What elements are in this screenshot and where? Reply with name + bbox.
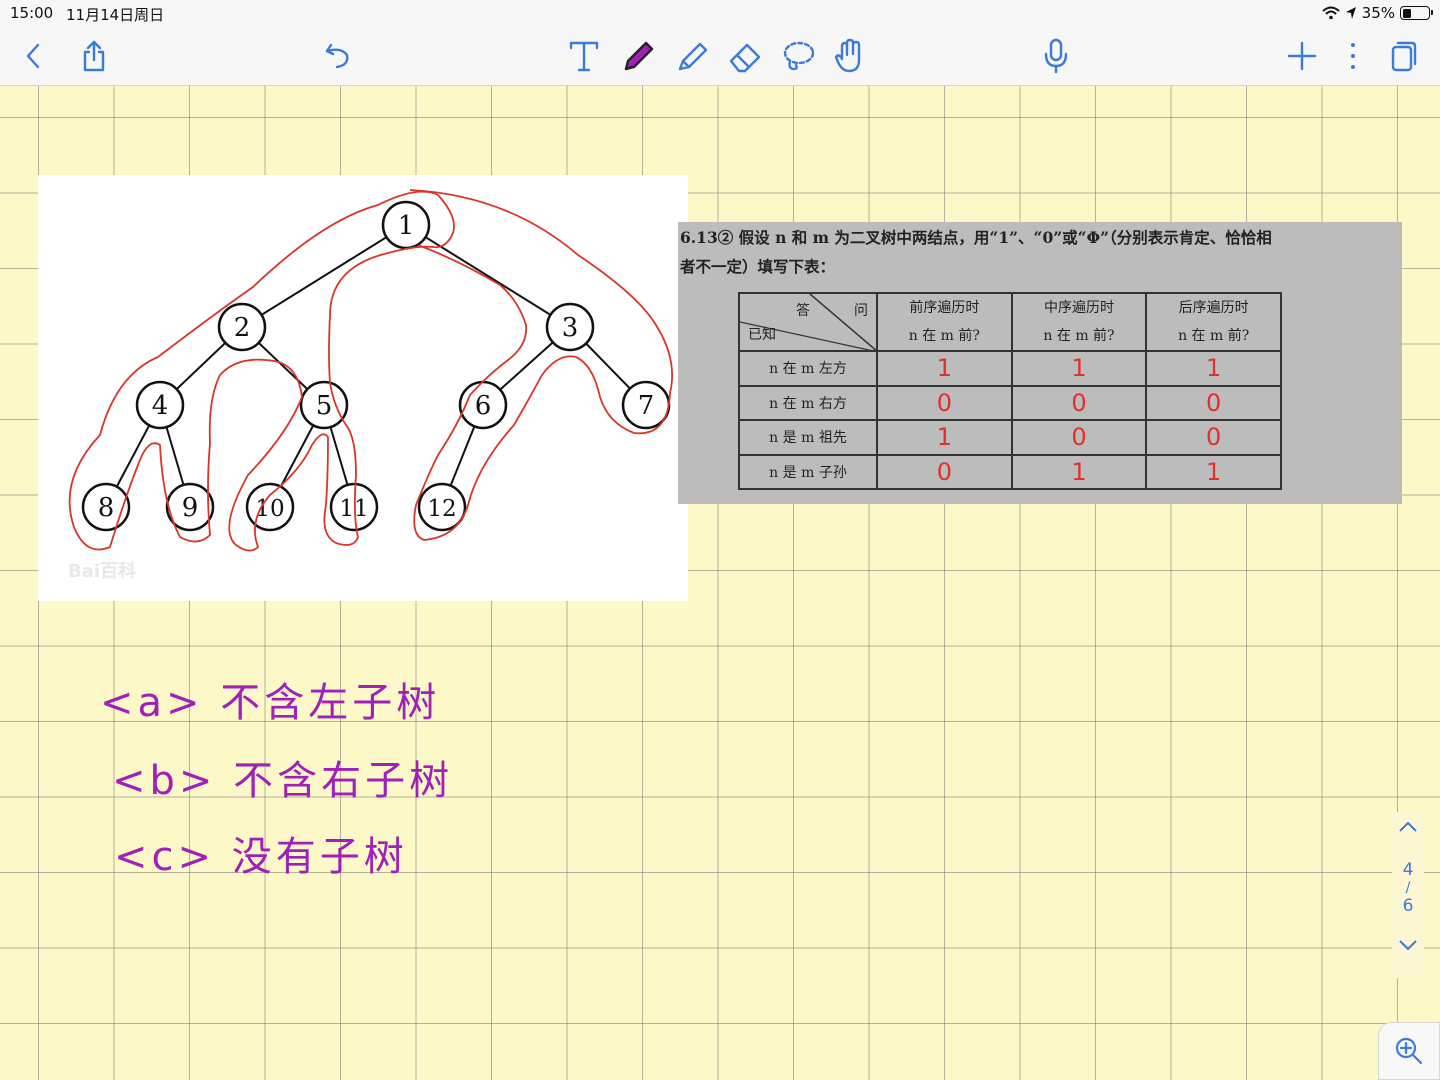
question-text-line2: 者不一定）填写下表： xyxy=(680,257,836,276)
battery-icon xyxy=(1400,6,1433,20)
microphone-icon[interactable] xyxy=(1036,36,1076,76)
column-header-line2: n 在 m 前? xyxy=(908,328,980,344)
answer-cell: 0 xyxy=(1145,419,1282,456)
tree-label-6: 6 xyxy=(475,391,492,421)
table-corner-cell: 答 问 已知 xyxy=(738,292,878,352)
tree-label-12: 12 xyxy=(427,496,456,522)
tree-label-3: 3 xyxy=(562,313,579,343)
row-label: n 是 m 祖先 xyxy=(738,419,878,456)
eraser-icon[interactable] xyxy=(725,36,765,76)
column-header-line2: n 在 m 前? xyxy=(1043,328,1115,344)
tree-label-9: 9 xyxy=(182,493,199,523)
baidu-watermark: Bai百科 xyxy=(68,560,136,582)
binary-tree-diagram: 1 2 3 4 5 6 7 8 9 10 11 12 Bai百科 xyxy=(68,189,673,582)
table-row: n 是 m 子孙 0 1 1 xyxy=(738,453,1282,490)
table-row: n 是 m 祖先 1 0 0 xyxy=(738,419,1282,456)
share-icon[interactable] xyxy=(74,36,114,76)
note-line-c: <c> 没有子树 xyxy=(114,834,408,880)
battery-fill xyxy=(1402,8,1412,18)
more-icon[interactable] xyxy=(1333,36,1373,76)
page-current: 4 xyxy=(1402,860,1414,880)
tree-label-7: 7 xyxy=(638,391,655,421)
answer-cell: 1 xyxy=(1010,350,1148,387)
page-total: 6 xyxy=(1402,896,1414,916)
text-tool-icon[interactable] xyxy=(564,36,604,76)
page-down-icon[interactable] xyxy=(1392,930,1424,960)
status-bar: 15:00 11月14日周日 35% xyxy=(0,0,1440,28)
column-header-line1: 中序遍历时 xyxy=(1043,300,1114,316)
location-icon xyxy=(1345,7,1356,19)
page-navigator: 4 / 6 xyxy=(1392,812,1424,978)
page-up-icon[interactable] xyxy=(1392,812,1424,842)
corner-label-known: 已知 xyxy=(748,327,776,343)
zoom-in-icon[interactable] xyxy=(1378,1022,1440,1080)
pen-icon[interactable] xyxy=(618,36,658,76)
column-header-inorder: 中序遍历时 n 在 m 前? xyxy=(1010,292,1148,352)
answer-cell: 1 xyxy=(1010,453,1148,490)
answer-cell: 0 xyxy=(876,384,1013,421)
column-header-line1: 前序遍历时 xyxy=(909,300,980,316)
traversal-table: 答 问 已知 前序遍历时 n 在 m 前? 中序遍历时 n 在 m 前? 后序遍… xyxy=(738,292,1282,490)
hand-icon[interactable] xyxy=(830,36,870,76)
status-time: 15:00 xyxy=(10,4,54,22)
answer-cell: 1 xyxy=(1145,453,1282,490)
status-date: 11月14日周日 xyxy=(66,6,165,24)
column-header-line2: n 在 m 前? xyxy=(1178,328,1250,344)
back-icon[interactable] xyxy=(14,36,54,76)
table-row: n 在 m 左方 1 1 1 xyxy=(738,350,1282,387)
column-header-postorder: 后序遍历时 n 在 m 前? xyxy=(1145,292,1282,352)
undo-icon[interactable] xyxy=(318,36,358,76)
row-label: n 是 m 子孙 xyxy=(738,453,878,490)
question-photo[interactable]: 6.13② 假设 n 和 m 为二叉树中两结点，用“1”、“0”或“Φ”（分别表… xyxy=(678,222,1402,504)
answer-cell: 0 xyxy=(1010,419,1148,456)
column-header-line1: 后序遍历时 xyxy=(1178,300,1249,316)
row-label: n 在 m 左方 xyxy=(738,350,878,387)
question-number: 6.13② xyxy=(680,228,734,247)
row-label: n 在 m 右方 xyxy=(738,384,878,421)
table-header-row: 答 问 已知 前序遍历时 n 在 m 前? 中序遍历时 n 在 m 前? 后序遍… xyxy=(738,292,1282,352)
answer-cell: 1 xyxy=(876,350,1013,387)
corner-label-answer: 答 xyxy=(796,303,810,319)
answer-cell: 0 xyxy=(1145,384,1282,421)
question-text-line1: 假设 n 和 m 为二叉树中两结点，用“1”、“0”或“Φ”（分别表示肯定、恰恰… xyxy=(738,228,1272,247)
highlighter-icon[interactable] xyxy=(672,36,712,76)
tree-label-1: 1 xyxy=(398,211,415,241)
pages-icon[interactable] xyxy=(1384,36,1424,76)
tree-label-8: 8 xyxy=(98,493,115,523)
answer-cell: 1 xyxy=(1145,350,1282,387)
note-line-b: <b> 不含右子树 xyxy=(112,758,454,804)
table-row: n 在 m 右方 0 0 0 xyxy=(738,384,1282,421)
toolbar xyxy=(0,28,1440,86)
note-line-a: <a> 不含左子树 xyxy=(100,680,441,726)
lasso-icon[interactable] xyxy=(778,36,818,76)
add-icon[interactable] xyxy=(1282,36,1322,76)
status-indicators: 35% xyxy=(1321,4,1433,22)
answer-cell: 0 xyxy=(876,453,1013,490)
tree-label-2: 2 xyxy=(234,313,251,343)
battery-percent: 35% xyxy=(1361,4,1395,22)
column-header-preorder: 前序遍历时 n 在 m 前? xyxy=(876,292,1013,352)
answer-cell: 0 xyxy=(1010,384,1148,421)
tree-label-4: 4 xyxy=(152,391,169,421)
question-title-line1: 6.13② 假设 n 和 m 为二叉树中两结点，用“1”、“0”或“Φ”（分别表… xyxy=(680,226,1272,248)
binary-tree-image[interactable]: 1 2 3 4 5 6 7 8 9 10 11 12 Bai百科 xyxy=(38,175,688,601)
tree-label-5: 5 xyxy=(316,391,333,421)
answer-cell: 1 xyxy=(876,419,1013,456)
wifi-icon xyxy=(1321,6,1340,20)
corner-label-question: 问 xyxy=(854,303,868,319)
page-separator: / xyxy=(1405,880,1411,896)
